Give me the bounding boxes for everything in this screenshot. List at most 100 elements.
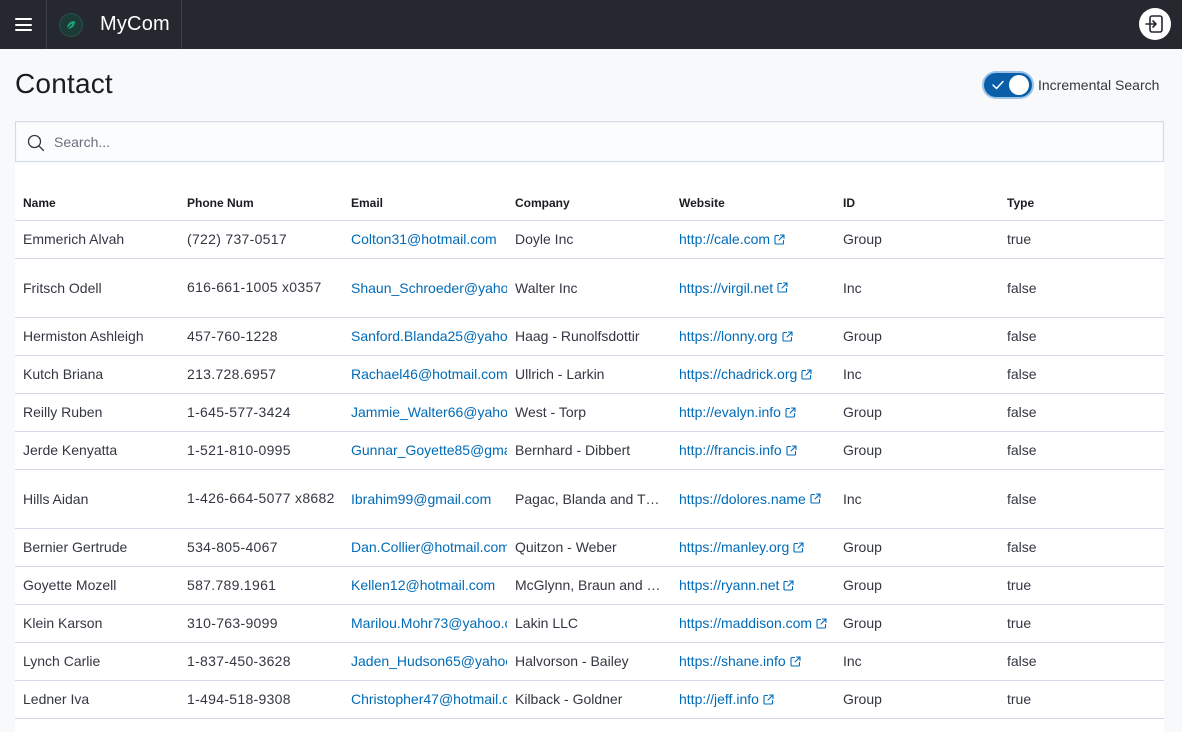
cell-id: Inc xyxy=(835,469,999,529)
cell-name: Emmerich Alvah xyxy=(15,220,179,259)
incremental-search-toggle[interactable] xyxy=(984,73,1032,97)
table-row[interactable]: Bernier Gertrude 534-805-4067 Dan.Collier@… xyxy=(15,528,1164,567)
leaf-logo-icon xyxy=(59,12,83,37)
cell-type: false xyxy=(999,317,1164,356)
cell-type: false xyxy=(999,355,1164,394)
external-link-icon xyxy=(816,617,827,629)
website-link[interactable]: https://maddison.com xyxy=(679,615,827,631)
website-url: https://ryann.net xyxy=(679,577,780,593)
email-link[interactable]: Sanford.Blanda25@yahoo.com xyxy=(351,328,507,344)
external-link-icon xyxy=(783,579,794,591)
cell-name: Jerde Kenyatta xyxy=(15,431,179,470)
website-link[interactable]: https://shane.info xyxy=(679,653,801,669)
logout-icon xyxy=(1145,15,1163,33)
email-link[interactable]: Marilou.Mohr73@yahoo.com xyxy=(351,615,507,631)
website-link[interactable]: http://evalyn.info xyxy=(679,404,796,420)
search-box xyxy=(15,121,1164,162)
table-row[interactable]: Lynch Carlie 1-837-450-3628 Jaden_Hudson65… xyxy=(15,642,1164,681)
table-row[interactable]: Emmerich Alvah (722) 737-0517 Colton31@hot… xyxy=(15,220,1164,259)
cell-type: false xyxy=(999,469,1164,529)
app-name: MyCom xyxy=(100,13,170,35)
cell-name: Hills Aidan xyxy=(15,469,179,529)
email-link[interactable]: Ibrahim99@gmail.com xyxy=(351,491,491,507)
external-link-icon xyxy=(782,330,793,342)
website-url: http://evalyn.info xyxy=(679,404,781,420)
cell-id: Inc xyxy=(835,355,999,394)
cell-company: West - Torp xyxy=(507,393,671,432)
logout-button[interactable] xyxy=(1139,8,1171,40)
column-header-name[interactable]: Name xyxy=(15,163,179,221)
cell-id: Group xyxy=(835,680,999,719)
check-icon xyxy=(992,80,1004,90)
cell-id: Group xyxy=(835,317,999,356)
table-row[interactable]: Klein Karson 310-763-9099 Marilou.Mohr73@y… xyxy=(15,604,1164,643)
cell-type: false xyxy=(999,642,1164,681)
website-link[interactable]: https://virgil.net xyxy=(679,280,788,296)
website-url: https://chadrick.org xyxy=(679,366,798,382)
website-url: http://cale.com xyxy=(679,231,771,247)
website-url: http://jeff.info xyxy=(679,691,759,707)
table-row[interactable]: Reilly Ruben 1-645-577-3424 Jammie_Walter6… xyxy=(15,393,1164,432)
website-link[interactable]: http://francis.info xyxy=(679,442,797,458)
website-link[interactable]: https://manley.org xyxy=(679,539,804,555)
email-link[interactable]: Shaun_Schroeder@yahoo.com xyxy=(351,280,507,296)
website-link[interactable]: https://chadrick.org xyxy=(679,366,812,382)
website-link[interactable]: https://dolores.name xyxy=(679,491,821,507)
menu-button[interactable] xyxy=(0,0,47,49)
search-input[interactable] xyxy=(54,122,1154,161)
cell-id: Inc xyxy=(835,642,999,681)
website-link[interactable]: http://jeff.info xyxy=(679,691,774,707)
cell-name: Reilly Ruben xyxy=(15,393,179,432)
website-link[interactable]: https://ryann.net xyxy=(679,577,794,593)
cell-phone: 1-837-450-3628 xyxy=(179,642,343,681)
table-row[interactable]: Ledner Iva 1-494-518-9308 Christopher47@ho… xyxy=(15,680,1164,719)
external-link-icon xyxy=(777,282,788,293)
email-link[interactable]: Jammie_Walter66@yahoo.com xyxy=(351,404,507,420)
table-row[interactable]: Fritsch Odell 616-661-1005 x0357 Shaun_Sch… xyxy=(15,258,1164,318)
table-row[interactable]: Goyette Mozell 587.789.1961 Kellen12@hotma… xyxy=(15,566,1164,605)
table-row[interactable]: Hills Aidan 1-426-664-5077 x8682 Ibrahim99… xyxy=(15,469,1164,529)
top-bar: MyCom xyxy=(0,0,1182,49)
page-title: Contact xyxy=(15,68,113,99)
column-header-website[interactable]: Website xyxy=(671,163,835,221)
cell-phone: 1-426-664-5077 x8682 xyxy=(179,469,343,529)
column-header-email[interactable]: Email xyxy=(343,163,507,221)
column-header-phone[interactable]: Phone Num xyxy=(179,163,343,221)
website-link[interactable]: https://lonny.org xyxy=(679,328,793,344)
cell-id: Group xyxy=(835,393,999,432)
website-url: https://dolores.name xyxy=(679,490,806,507)
external-link-icon xyxy=(810,493,821,504)
column-header-company[interactable]: Company xyxy=(507,163,671,221)
cell-name: Ledner Iva xyxy=(15,680,179,719)
table-row[interactable]: Jerde Kenyatta 1-521-810-0995 Gunnar_Goyet… xyxy=(15,431,1164,470)
toggle-label: Incremental Search xyxy=(1038,77,1160,93)
cell-name: Bernier Gertrude xyxy=(15,528,179,567)
cell-id: Group xyxy=(835,604,999,643)
column-header-id[interactable]: ID xyxy=(835,163,999,221)
table-row[interactable]: Kutch Briana 213.728.6957 Rachael46@hotmai… xyxy=(15,355,1164,394)
table-row[interactable]: Hermiston Ashleigh 457-760-1228 Sanford.Bl… xyxy=(15,317,1164,356)
cell-company: Kilback - Goldner xyxy=(507,680,671,719)
cell-id: Group xyxy=(835,566,999,605)
cell-name: Hermiston Ashleigh xyxy=(15,317,179,356)
cell-type: true xyxy=(999,220,1164,259)
cell-name: Lynch Carlie xyxy=(15,642,179,681)
cell-type: false xyxy=(999,393,1164,432)
website-link[interactable]: http://cale.com xyxy=(679,231,785,247)
cell-phone: 1-521-810-0995 xyxy=(179,431,343,470)
cell-company: Doyle Inc xyxy=(507,220,671,259)
email-link[interactable]: Dan.Collier@hotmail.com xyxy=(351,539,507,555)
email-link[interactable]: Christopher47@hotmail.com xyxy=(351,691,507,707)
cell-name: Kutch Briana xyxy=(15,355,179,394)
cell-type: true xyxy=(999,566,1164,605)
column-header-type[interactable]: Type xyxy=(999,163,1164,221)
email-link[interactable]: Gunnar_Goyette85@gmail.com xyxy=(351,442,507,458)
email-link[interactable]: Kellen12@hotmail.com xyxy=(351,577,495,593)
email-link[interactable]: Jaden_Hudson65@yahoo.com xyxy=(351,653,507,669)
email-link[interactable]: Rachael46@hotmail.com xyxy=(351,366,507,382)
cell-company: Haag - Runolfsdottir xyxy=(507,317,671,356)
contacts-table-panel: Name Phone Num Email Company Website ID … xyxy=(15,163,1164,732)
email-link[interactable]: Colton31@hotmail.com xyxy=(351,231,497,247)
external-link-icon xyxy=(793,541,804,553)
brand[interactable]: MyCom xyxy=(47,0,182,49)
